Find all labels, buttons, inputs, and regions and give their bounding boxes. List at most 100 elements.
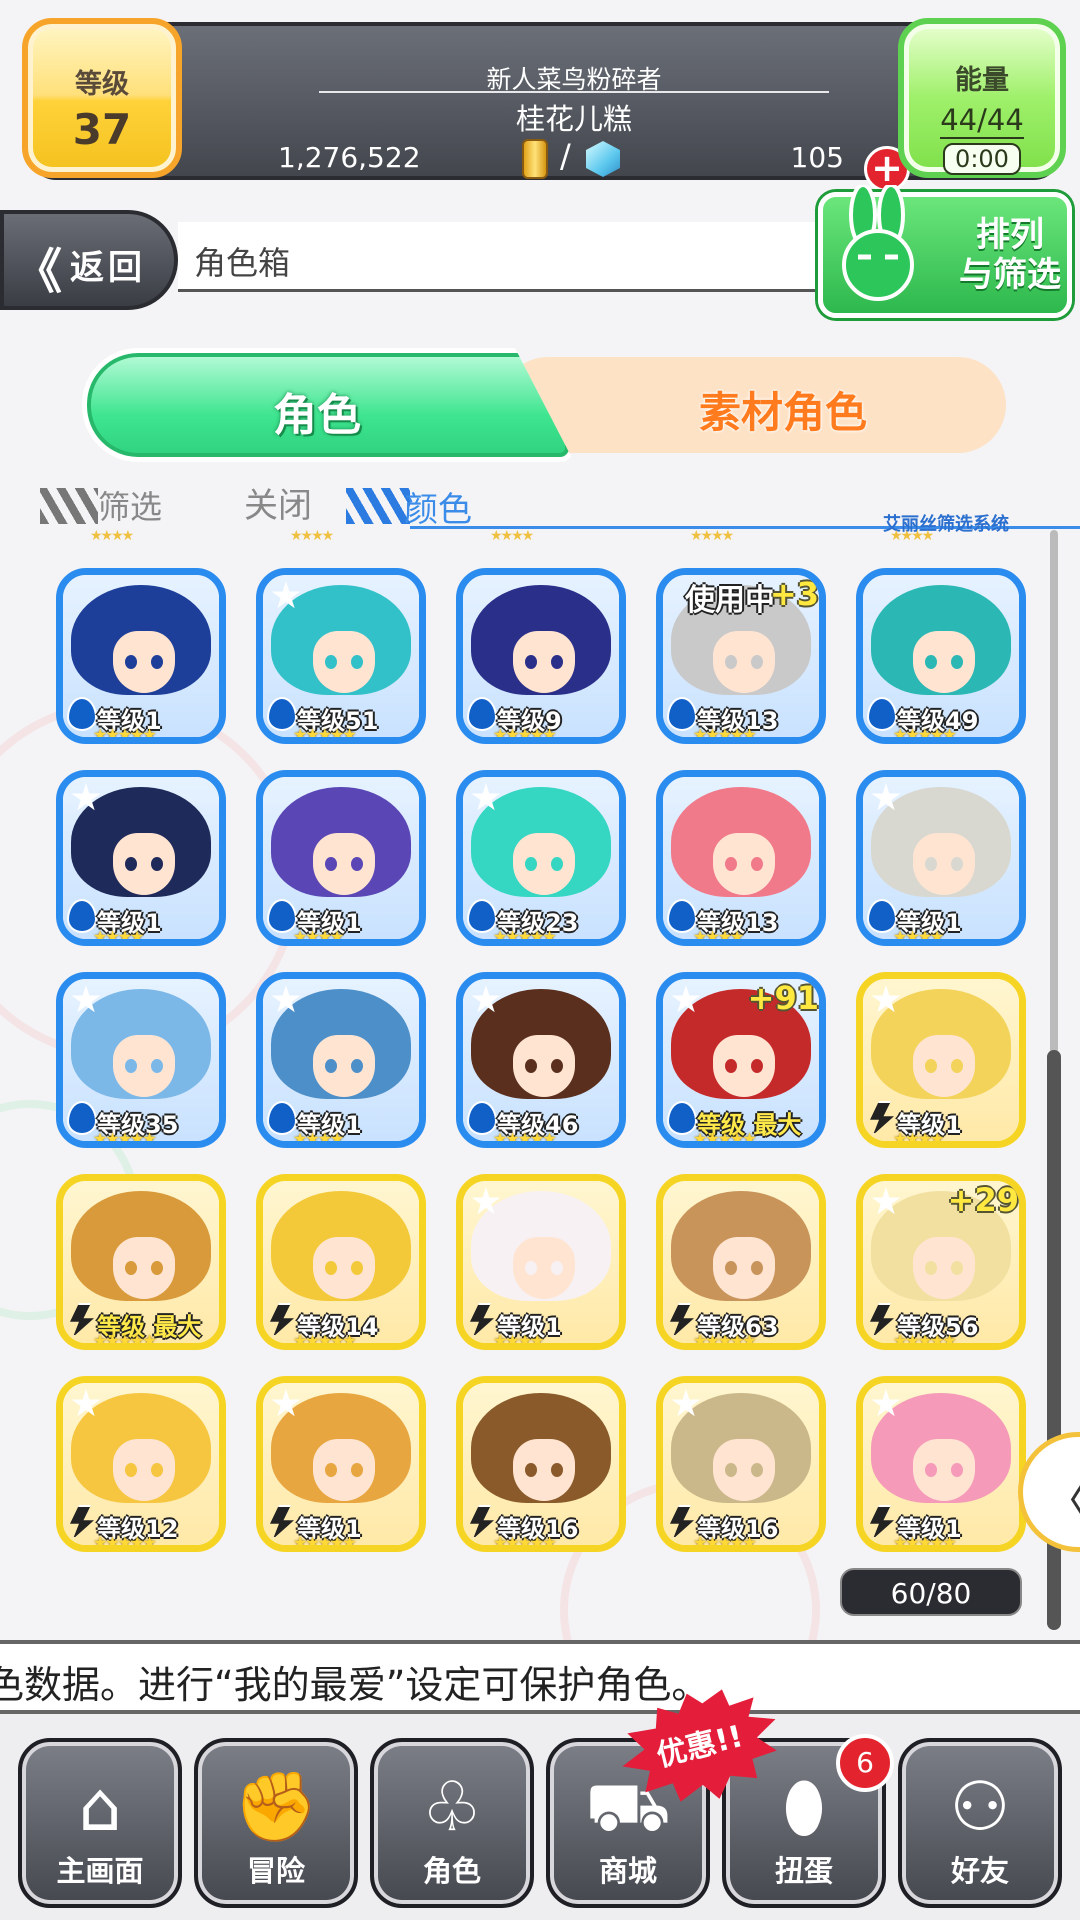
page-title: 角色箱: [194, 244, 291, 282]
character-eye: [351, 1261, 363, 1275]
gem-icon: [586, 141, 620, 177]
character-card[interactable]: 等级51 ★★★★★: [256, 568, 426, 744]
tab-material-characters[interactable]: 素材角色: [500, 357, 1006, 453]
character-card[interactable]: 等级46 ★★★★★: [456, 972, 626, 1148]
page-title-bar: 角色箱: [178, 222, 888, 292]
sort-filter-button[interactable]: 排列 与筛选: [818, 185, 1072, 318]
character-eye: [725, 1261, 737, 1275]
rarity-stars: ★★★★★: [93, 1533, 157, 1552]
nav-label: 冒险: [246, 1854, 305, 1888]
nav-label: 角色: [422, 1854, 481, 1888]
rarity-stars: ★★★★★: [893, 1533, 957, 1552]
nav-home-button[interactable]: ⌂ 主画面: [18, 1738, 182, 1908]
character-card[interactable]: 等级 最大 ★★★★★: [56, 1174, 226, 1350]
character-eye: [725, 1463, 737, 1477]
filter-color-toggle[interactable]: 颜色: [404, 482, 472, 531]
character-eye: [551, 857, 563, 871]
character-card[interactable]: 等级63 ★★★★★: [656, 1174, 826, 1350]
partial-row-stars: ★★★★: [90, 528, 134, 544]
energy-value: 44/44: [940, 103, 1024, 139]
energy-badge[interactable]: 能量 44/44 0:00: [898, 18, 1066, 178]
home-icon: ⌂: [78, 1768, 122, 1847]
character-eye: [525, 655, 537, 669]
character-eye: [151, 857, 163, 871]
character-face: [113, 833, 175, 895]
partial-row-stars: ★★★★: [690, 528, 734, 544]
filter-stripe-decoration: [40, 488, 98, 524]
bunny-icon: ♧: [421, 1768, 483, 1847]
energy-timer: 0:00: [943, 143, 1021, 175]
character-card[interactable]: 等级1 ★★★★: [856, 972, 1026, 1148]
character-card[interactable]: 等级1 ★★★★★: [56, 568, 226, 744]
nav-handshake-button[interactable]: ✊ 冒险: [194, 1738, 358, 1908]
character-card[interactable]: +91 等级 最大 ★★★★★: [656, 972, 826, 1148]
character-card[interactable]: 等级1 ★★★★★: [856, 1376, 1026, 1552]
character-card[interactable]: 等级1 ★★★★: [256, 972, 426, 1148]
rarity-stars: ★★★★★: [893, 1331, 957, 1350]
player-name: 桂花儿糕: [515, 102, 632, 136]
double-chevron-left-icon: 《: [14, 244, 62, 300]
character-eye: [125, 857, 137, 871]
rarity-stars: ★★★★: [893, 1129, 944, 1148]
rarity-stars: ★★★★★: [93, 1331, 157, 1350]
character-card[interactable]: 等级1 ★★★★: [856, 770, 1026, 946]
tab-characters[interactable]: 角色: [82, 348, 574, 462]
tab-material-label: 素材角色: [698, 388, 867, 437]
character-face: [713, 1439, 775, 1501]
partial-row-stars: ★★★★: [290, 528, 334, 544]
character-card[interactable]: 等级1 ★★★★: [456, 1174, 626, 1350]
character-face: [513, 1237, 575, 1299]
filter-off-toggle[interactable]: 关闭: [244, 478, 312, 527]
character-face: [113, 631, 175, 693]
character-card[interactable]: 等级9 ★★★★★: [456, 568, 626, 744]
character-card[interactable]: 等级23 ★★★★★: [456, 770, 626, 946]
rarity-stars: ★★★★★: [93, 1129, 157, 1148]
rarity-stars: ★★★★★: [493, 1533, 557, 1552]
rarity-stars: ★★★★★: [893, 725, 957, 744]
partial-row-stars: ★★★★: [490, 528, 534, 544]
character-eye: [151, 655, 163, 669]
character-face: [713, 631, 775, 693]
character-card[interactable]: 等级35 ★★★★★: [56, 972, 226, 1148]
friends-icon: ⚇: [949, 1768, 1011, 1847]
character-card[interactable]: 等级1 ★★★★: [56, 770, 226, 946]
character-card[interactable]: 使用中 +3 等级13 ★★★★★: [656, 568, 826, 744]
character-eye: [351, 857, 363, 871]
character-card[interactable]: 等级16 ★★★★★: [656, 1376, 826, 1552]
character-card[interactable]: 等级14 ★★★★★: [256, 1174, 426, 1350]
character-card[interactable]: 等级16 ★★★★★: [456, 1376, 626, 1552]
character-card[interactable]: 等级13 ★★★★: [656, 770, 826, 946]
character-eye: [151, 1463, 163, 1477]
nav-bunny-button[interactable]: ♧ 角色: [370, 1738, 534, 1908]
character-card[interactable]: 等级49 ★★★★★: [856, 568, 1026, 744]
character-face: [513, 1439, 575, 1501]
back-button[interactable]: 《 返回: [0, 210, 178, 310]
character-eye: [351, 1059, 363, 1073]
character-eye: [551, 1059, 563, 1073]
character-face: [713, 1237, 775, 1299]
rarity-stars: ★★★★★: [693, 1129, 757, 1148]
character-eye: [125, 655, 137, 669]
level-label: 等级: [75, 69, 129, 100]
bunny-icon: [842, 185, 914, 301]
character-card[interactable]: 等级12 ★★★★★: [56, 1376, 226, 1552]
character-eye: [925, 1463, 937, 1477]
plus-value-badge: +91: [747, 979, 819, 1017]
nav-label: 扭蛋: [774, 1854, 833, 1888]
character-card[interactable]: 等级1 ★★★★: [256, 770, 426, 946]
character-eye: [951, 1059, 963, 1073]
character-face: [913, 1439, 975, 1501]
nav-friends-button[interactable]: ⚇ 好友: [898, 1738, 1062, 1908]
character-card[interactable]: 等级1 ★★★★★: [256, 1376, 426, 1552]
character-face: [313, 833, 375, 895]
in-use-badge: 使用中: [685, 583, 775, 618]
character-eye: [925, 1059, 937, 1073]
rarity-stars: ★★★★★: [693, 1331, 757, 1350]
character-card[interactable]: +29 等级56 ★★★★★: [856, 1174, 1026, 1350]
filter-row: 筛选 关闭 颜色 艾丽丝筛选系统: [30, 478, 1080, 535]
character-face: [313, 1035, 375, 1097]
character-eye: [751, 1463, 763, 1477]
character-face: [113, 1237, 175, 1299]
gacha-notification-badge: 6: [836, 1734, 894, 1792]
rarity-stars: ★★★★: [293, 1129, 344, 1148]
